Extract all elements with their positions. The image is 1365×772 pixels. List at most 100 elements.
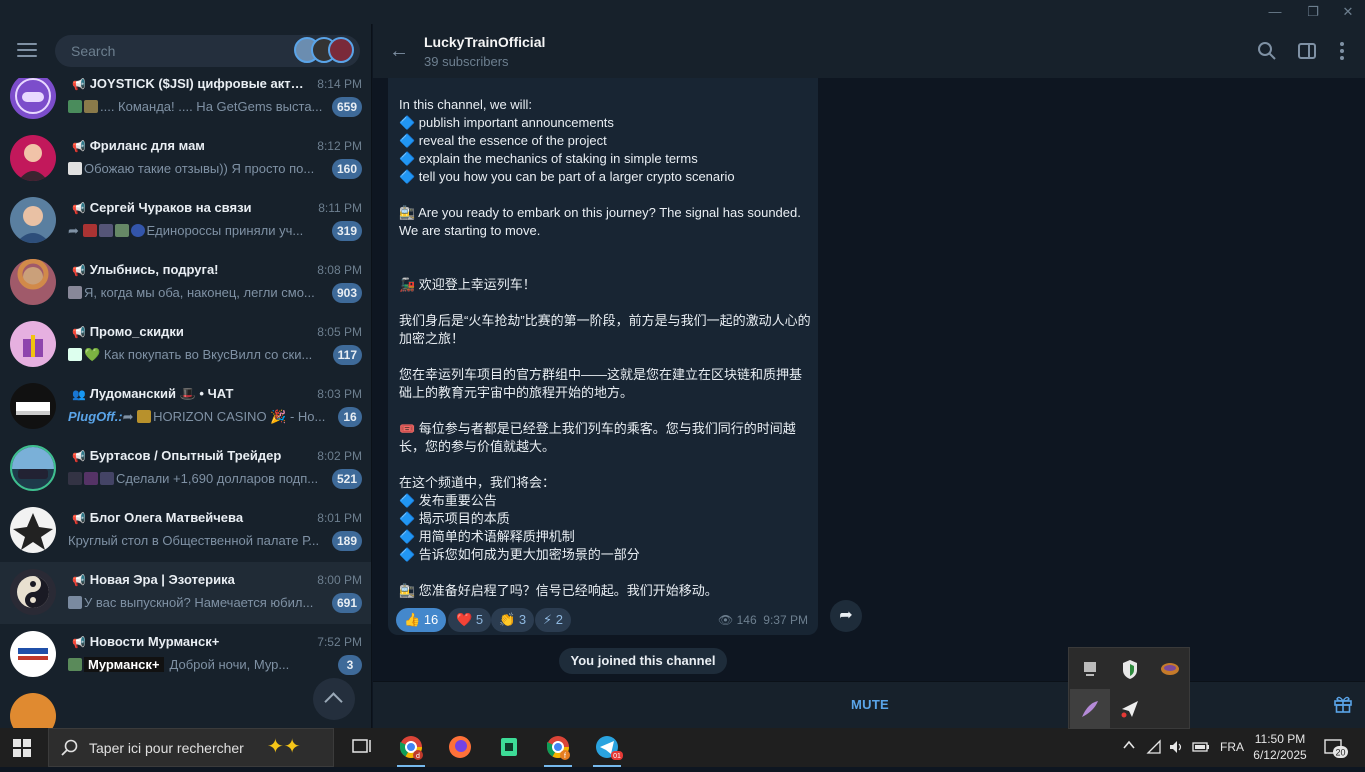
chat-avatar xyxy=(10,383,56,429)
chat-avatar xyxy=(10,321,56,367)
megaphone-icon: 📢 xyxy=(72,513,86,525)
person-photo-icon xyxy=(18,144,48,181)
chat-time: 8:01 PM xyxy=(317,511,362,525)
chat-row-ludomansky[interactable]: 👥 Лудоманский 🎩 • ЧАТ 8:03 PM PlugOff.:➦ … xyxy=(0,376,371,438)
chat-avatar xyxy=(10,507,56,553)
media-thumb xyxy=(68,348,82,361)
chat-preview: Я, когда мы оба, наконец, легли смо... xyxy=(68,285,326,300)
tag-label: Мурманск+ xyxy=(84,657,164,672)
chat-preview: Мурманск+ Доброй ночи, Мур... xyxy=(68,657,326,672)
telegram-icon: 01 xyxy=(596,736,623,760)
store-app[interactable] xyxy=(486,728,532,767)
taskbar-clock[interactable]: 11:50 PM 6/12/2025 xyxy=(1250,731,1310,763)
unread-badge: 903 xyxy=(331,283,362,303)
reaction-heart[interactable]: ❤️ 5 xyxy=(448,608,492,632)
chat-row-ulybnis[interactable]: 📢 Улыбнись, подруга! 8:08 PM Я, когда мы … xyxy=(0,252,371,314)
message-meta: 👁 146 9:37 PM xyxy=(718,613,808,627)
search-icon[interactable] xyxy=(1257,41,1277,61)
view-count: 146 xyxy=(736,613,757,627)
telegram-badge: 01 xyxy=(613,753,621,760)
gamepad-icon xyxy=(15,78,51,114)
chat-avatar xyxy=(10,693,56,728)
tray-item[interactable] xyxy=(1150,649,1190,689)
eye-icon: 👁 xyxy=(718,613,737,627)
task-view-button[interactable] xyxy=(339,728,385,767)
menu-icon[interactable] xyxy=(17,43,37,59)
notification-center-button[interactable]: 20 xyxy=(1324,738,1348,758)
chat-time: 8:08 PM xyxy=(317,263,362,277)
chat-preview: 💚 Как покупать во ВкусВилл со ски... xyxy=(68,347,326,363)
chat-title[interactable]: LuckyTrainOfficial xyxy=(424,34,545,50)
message-bubble[interactable]: In this channel, we will: 🔷 publish impo… xyxy=(388,78,818,635)
chat-time: 8:14 PM xyxy=(317,77,362,91)
share-button[interactable]: ➦ xyxy=(830,600,862,632)
reaction-thumbs-up[interactable]: 👍 16 xyxy=(396,608,447,632)
gift-icon[interactable] xyxy=(1333,694,1353,714)
unread-badge: 691 xyxy=(331,593,362,613)
more-options-icon[interactable] xyxy=(1332,41,1352,61)
clock-date: 6/12/2025 xyxy=(1253,748,1307,762)
firefox-app[interactable] xyxy=(437,728,483,767)
chat-preview: Обожаю такие отзывы)) Я просто по... xyxy=(68,161,326,176)
story-avatar[interactable] xyxy=(328,37,354,63)
reaction-lightning[interactable]: ⚡ 2 xyxy=(535,608,571,632)
chrome-icon: d xyxy=(400,736,423,760)
minimize-button[interactable]: — xyxy=(1258,0,1292,24)
chat-row-promo[interactable]: 📢 Промо_скидки 8:05 PM 💚 Как покупать во … xyxy=(0,314,371,376)
telegram-app[interactable]: 01 xyxy=(584,728,630,767)
chevron-up-icon[interactable] xyxy=(1122,738,1136,755)
tray-item[interactable] xyxy=(1070,649,1110,689)
shield-icon xyxy=(1123,660,1137,679)
green-heart-icon: 💚 xyxy=(84,347,104,362)
chat-name: 📢 JOYSTICK ($JSI) цифровые актив... xyxy=(72,76,304,91)
media-thumb xyxy=(84,472,98,485)
feather-icon xyxy=(1082,701,1098,717)
search-input[interactable]: Search xyxy=(55,35,360,67)
chat-row-burtasov[interactable]: 📢 Буртасов / Опытный Трейдер 8:02 PM Сдел… xyxy=(0,438,371,500)
windows-start-icon[interactable] xyxy=(13,739,31,757)
chat-row-freelance[interactable]: 📢 Фриланс для мам 8:12 PM Обожаю такие от… xyxy=(0,128,371,190)
unread-badge: 117 xyxy=(332,345,362,365)
chat-name: 📢 Новости Мурманск+ xyxy=(72,634,220,649)
battery-icon[interactable] xyxy=(1192,740,1210,757)
chrome-app-2[interactable]: f xyxy=(535,728,581,767)
tray-item[interactable] xyxy=(1110,649,1150,689)
tray-item[interactable] xyxy=(1070,689,1110,729)
news-logo-icon xyxy=(18,648,48,660)
taskbar-search[interactable]: Taper ici pour rechercher ✦✦ xyxy=(48,728,334,767)
chat-time: 8:11 PM xyxy=(318,201,362,215)
media-thumb xyxy=(68,100,82,113)
chat-avatar xyxy=(10,631,56,677)
task-view-icon xyxy=(352,739,371,753)
reaction-clap[interactable]: 👏 3 xyxy=(491,608,535,632)
send-icon xyxy=(1121,701,1138,718)
chrome-profile-badge: f xyxy=(564,753,566,760)
network-icon[interactable] xyxy=(1146,739,1162,758)
app-tray-icon xyxy=(1161,663,1179,675)
star-logo-icon xyxy=(13,513,53,550)
windows-taskbar: Taper ici pour rechercher ✦✦ d f 01 FRA … xyxy=(0,728,1365,767)
tray-item[interactable] xyxy=(1110,689,1150,729)
chat-row-novaya-era[interactable]: 📢 Новая Эра | Эзотерика 8:00 PM У вас вып… xyxy=(0,562,371,624)
chat-row-churakov[interactable]: 📢 Сергей Чураков на связи 8:11 PM ➦ Едино… xyxy=(0,190,371,252)
media-thumb xyxy=(68,162,82,175)
megaphone-icon: 📢 xyxy=(72,637,86,649)
megaphone-icon: 📢 xyxy=(72,141,86,153)
language-indicator[interactable]: FRA xyxy=(1220,740,1244,754)
sidebar-toggle-icon[interactable] xyxy=(1297,41,1317,61)
mute-button[interactable]: MUTE xyxy=(851,697,889,712)
chat-name: 📢 Буртасов / Опытный Трейдер xyxy=(72,448,282,463)
chat-row-matveychev[interactable]: 📢 Блог Олега Матвейчева 8:01 PM Круглый с… xyxy=(0,500,371,562)
restore-button[interactable]: ❐ xyxy=(1296,0,1330,24)
volume-icon[interactable] xyxy=(1168,739,1184,758)
chat-row-murmansk[interactable]: 📢 Новости Мурманск+ 7:52 PM Мурманск+ Добр… xyxy=(0,624,371,686)
chrome-app[interactable]: d xyxy=(388,728,434,767)
chat-time: 7:52 PM xyxy=(317,635,362,649)
stories-avatars[interactable] xyxy=(294,37,356,65)
channel-bottom-bar: MUTE xyxy=(373,681,1365,728)
taskbar-search-text: Taper ici pour rechercher xyxy=(89,740,244,756)
close-button[interactable]: ✕ xyxy=(1331,0,1365,24)
chat-name: 📢 Промо_скидки xyxy=(72,324,184,339)
back-arrow-icon[interactable]: ← xyxy=(389,41,409,61)
scroll-to-top-button[interactable] xyxy=(313,678,355,720)
